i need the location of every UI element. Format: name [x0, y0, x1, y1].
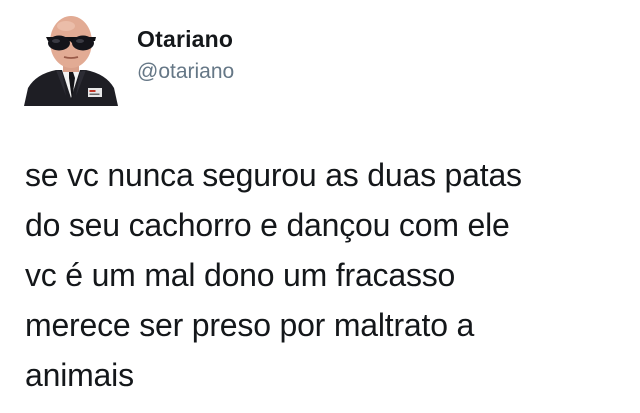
tweet-text-line: merece ser preso por maltrato a [25, 307, 475, 343]
author-display-name[interactable]: Otariano [137, 24, 233, 54]
tweet-text: se vc nunca segurou as duas patas do seu… [25, 150, 625, 400]
author-handle[interactable]: @otariano [137, 58, 234, 86]
tweet-text-line: animais [25, 357, 134, 393]
avatar[interactable] [22, 10, 120, 106]
tweet-card: Otariano @otariano se vc nunca segurou a… [0, 0, 640, 413]
tweet-text-line: do seu cachorro e dançou com ele [25, 207, 510, 243]
tweet-text-line: se vc nunca segurou as duas patas [25, 157, 522, 193]
tweet-text-line: vc é um mal dono um fracasso [25, 257, 456, 293]
profile-avatar-icon [24, 16, 118, 106]
